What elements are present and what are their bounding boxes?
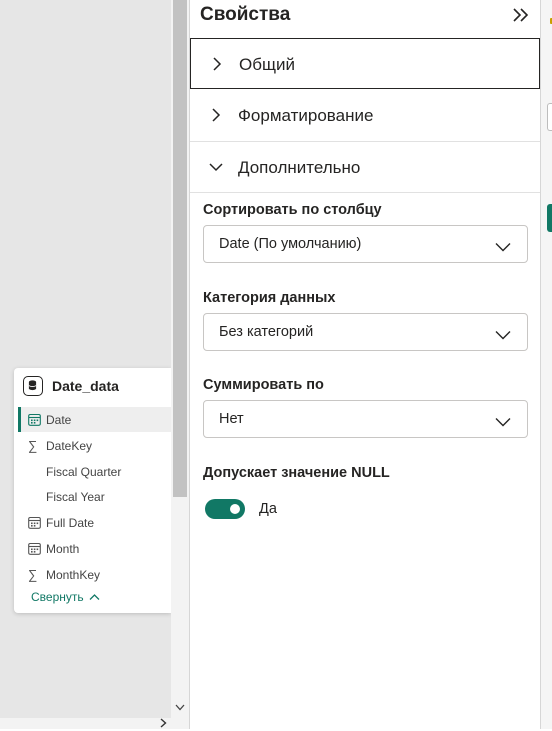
section-label: Дополнительно: [238, 158, 361, 177]
field-label: MonthKey: [46, 568, 101, 582]
section-general[interactable]: Общий: [190, 38, 540, 89]
chevron-down-icon: [495, 327, 511, 345]
dropdown-value: Без категорий: [219, 324, 314, 340]
field-label: DateKey: [46, 439, 93, 453]
calendar-icon: [28, 542, 42, 556]
collapse-button[interactable]: Свернуть: [31, 590, 100, 604]
canvas-horizontal-scrollbar[interactable]: [0, 718, 189, 729]
scrollbar-thumb[interactable]: [173, 0, 187, 497]
dropdown-value: Date (По умолчанию): [219, 236, 362, 252]
sigma-icon: ∑: [28, 567, 38, 582]
adjacent-pane-edge: [541, 0, 552, 729]
section-label: Общий: [239, 55, 295, 74]
field-item-datekey[interactable]: ∑ DateKey: [18, 433, 171, 458]
table-card-header[interactable]: Date_data: [14, 368, 171, 406]
chevron-up-icon: [89, 594, 100, 600]
model-canvas[interactable]: Date_data Date ∑ DateKey Fiscal Quarter …: [0, 0, 171, 718]
nullable-toggle-label: Да: [259, 501, 277, 517]
table-card-date-data[interactable]: Date_data Date ∑ DateKey Fiscal Quarter …: [14, 368, 171, 613]
properties-pane: Свойства Общий Форматирование Дополнител…: [190, 0, 552, 729]
summarize-by-dropdown[interactable]: Нет: [203, 400, 528, 438]
field-item-fiscal-year[interactable]: Fiscal Year: [18, 484, 171, 509]
field-label: Full Date: [46, 516, 95, 530]
scroll-right-icon[interactable]: [160, 718, 167, 731]
chevron-right-icon: [208, 107, 224, 128]
field-item-monthkey[interactable]: ∑ MonthKey: [18, 562, 171, 587]
pane-edge-button: [547, 204, 552, 232]
sigma-icon: ∑: [28, 438, 38, 453]
pane-edge-input: [547, 103, 552, 131]
field-item-fiscal-quarter[interactable]: Fiscal Quarter: [18, 459, 171, 484]
toggle-knob: [230, 504, 240, 514]
data-category-label: Категория данных: [203, 290, 336, 306]
field-label: Fiscal Year: [46, 490, 105, 504]
section-advanced[interactable]: Дополнительно: [190, 142, 540, 193]
field-label: Fiscal Quarter: [46, 465, 122, 479]
chevron-down-icon: [208, 159, 224, 180]
dropdown-value: Нет: [219, 411, 244, 427]
section-label: Форматирование: [238, 106, 374, 125]
calendar-icon: [28, 413, 42, 427]
pane-title: Свойства: [200, 4, 291, 25]
field-item-date[interactable]: Date: [18, 407, 171, 432]
field-label: Date: [46, 413, 72, 427]
divider: [190, 192, 540, 193]
field-label: Month: [46, 542, 80, 556]
collapse-label: Свернуть: [31, 590, 84, 604]
summarize-by-label: Суммировать по: [203, 377, 324, 393]
scroll-down-icon[interactable]: [175, 704, 185, 714]
field-item-full-date[interactable]: Full Date: [18, 510, 171, 535]
sort-by-column-label: Сортировать по столбцу: [203, 202, 382, 218]
calendar-icon: [28, 516, 42, 530]
double-chevron-right-icon[interactable]: [511, 5, 531, 25]
selection-indicator: [18, 407, 21, 432]
canvas-vertical-scrollbar[interactable]: [171, 0, 189, 718]
chevron-right-icon: [209, 56, 225, 77]
chevron-down-icon: [495, 239, 511, 257]
chevron-down-icon: [495, 414, 511, 432]
nullable-label: Допускает значение NULL: [203, 465, 390, 481]
database-icon: [23, 376, 43, 396]
data-category-dropdown[interactable]: Без категорий: [203, 313, 528, 351]
section-formatting[interactable]: Форматирование: [190, 90, 540, 141]
table-name: Date_data: [52, 378, 119, 394]
sort-by-column-dropdown[interactable]: Date (По умолчанию): [203, 225, 528, 263]
nullable-toggle[interactable]: [205, 499, 245, 519]
field-item-month[interactable]: Month: [18, 536, 171, 561]
